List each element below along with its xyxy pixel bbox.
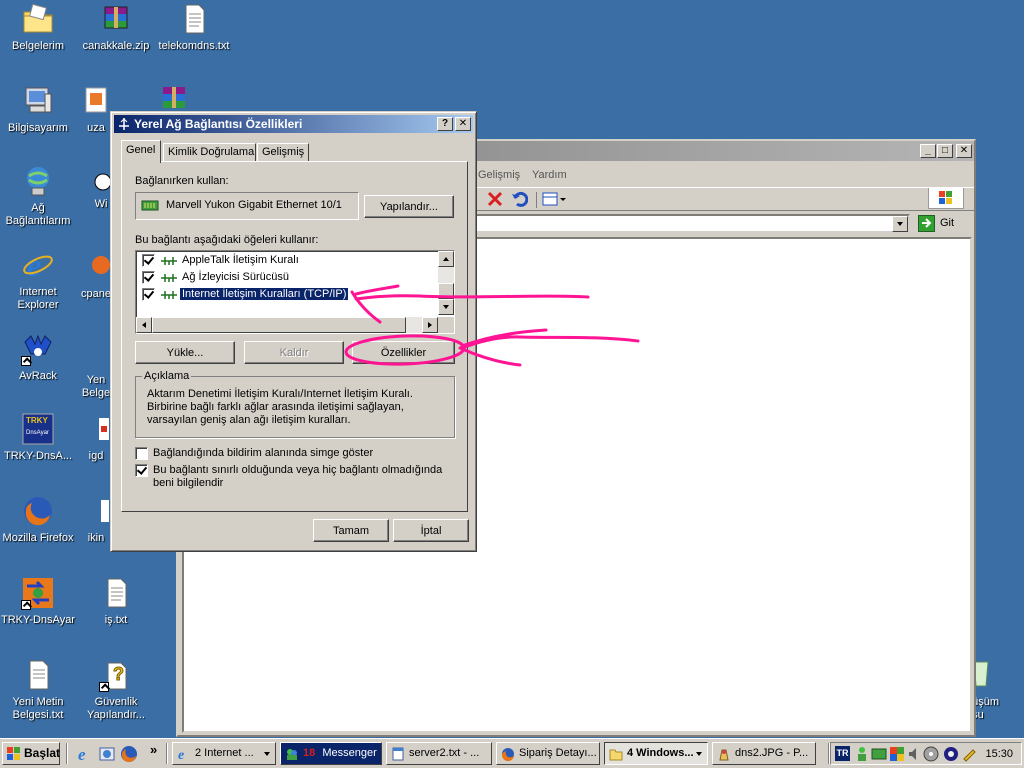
annotation-arrow-properties [458, 328, 640, 367]
task-label: Sipariş Detayı... [519, 747, 597, 759]
messenger-badge: 18 [303, 747, 316, 759]
firefox-icon [501, 747, 515, 762]
start-label: Başlat [24, 746, 61, 760]
task-label: server2.txt - ... [409, 747, 480, 759]
task-label: 2 Internet ... [195, 747, 254, 759]
group-dropdown-icon [696, 752, 702, 756]
annotation-circle-properties [344, 334, 466, 366]
task-server2-txt[interactable]: server2.txt - ... [386, 742, 492, 765]
pencil-tray-icon[interactable] [961, 746, 977, 762]
task-dns2-jpg-paint[interactable]: dns2.JPG - P... [712, 742, 816, 765]
task-label: Messenger [322, 747, 377, 759]
messenger-icon [285, 747, 299, 761]
taskbar: Başlat e » e 2 Internet ... 18 Messenger… [0, 738, 1024, 768]
taskbar-separator [166, 743, 168, 764]
language-indicator[interactable]: TR [835, 746, 850, 761]
paint-icon [717, 747, 731, 761]
volume-tray-icon[interactable] [907, 746, 923, 762]
start-button[interactable]: Başlat [2, 742, 60, 765]
svg-text:e: e [178, 748, 184, 761]
svg-text:e: e [78, 745, 86, 763]
annotation-overlay [344, 284, 640, 367]
disc-tray-icon[interactable] [923, 746, 939, 762]
task-windows-explorer[interactable]: 4 Windows... [604, 742, 708, 765]
task-label: 4 Windows... [627, 747, 694, 759]
group-dropdown-icon [264, 752, 270, 756]
clock[interactable]: 15:30 [985, 748, 1013, 760]
annotation-arrow-tcpip [350, 284, 590, 324]
ie-icon: e [177, 747, 191, 763]
network-tray-icon[interactable] [871, 746, 887, 762]
folder-icon [609, 747, 623, 761]
task-messenger[interactable]: 18 Messenger [280, 742, 382, 765]
quicklaunch-outlook-icon[interactable] [98, 745, 116, 763]
quicklaunch-firefox-icon[interactable] [120, 745, 138, 763]
task-label: dns2.JPG - P... [735, 747, 809, 759]
quicklaunch-ie-icon[interactable]: e [76, 745, 94, 764]
color-tray-icon[interactable] [889, 746, 905, 762]
tab-genel[interactable]: Genel [121, 140, 161, 163]
task-internet-explorer[interactable]: e 2 Internet ... [172, 742, 276, 765]
messenger-tray-icon[interactable] [855, 746, 869, 762]
system-tray: TR 15:30 [830, 742, 1022, 765]
taskbar-separator [66, 743, 68, 764]
task-siparis-detayi[interactable]: Sipariş Detayı... [496, 742, 600, 765]
windows-flag-icon [7, 747, 21, 761]
media-tray-icon[interactable] [943, 746, 959, 762]
notepad-icon [391, 747, 405, 761]
quicklaunch-overflow-icon[interactable]: » [150, 742, 157, 757]
